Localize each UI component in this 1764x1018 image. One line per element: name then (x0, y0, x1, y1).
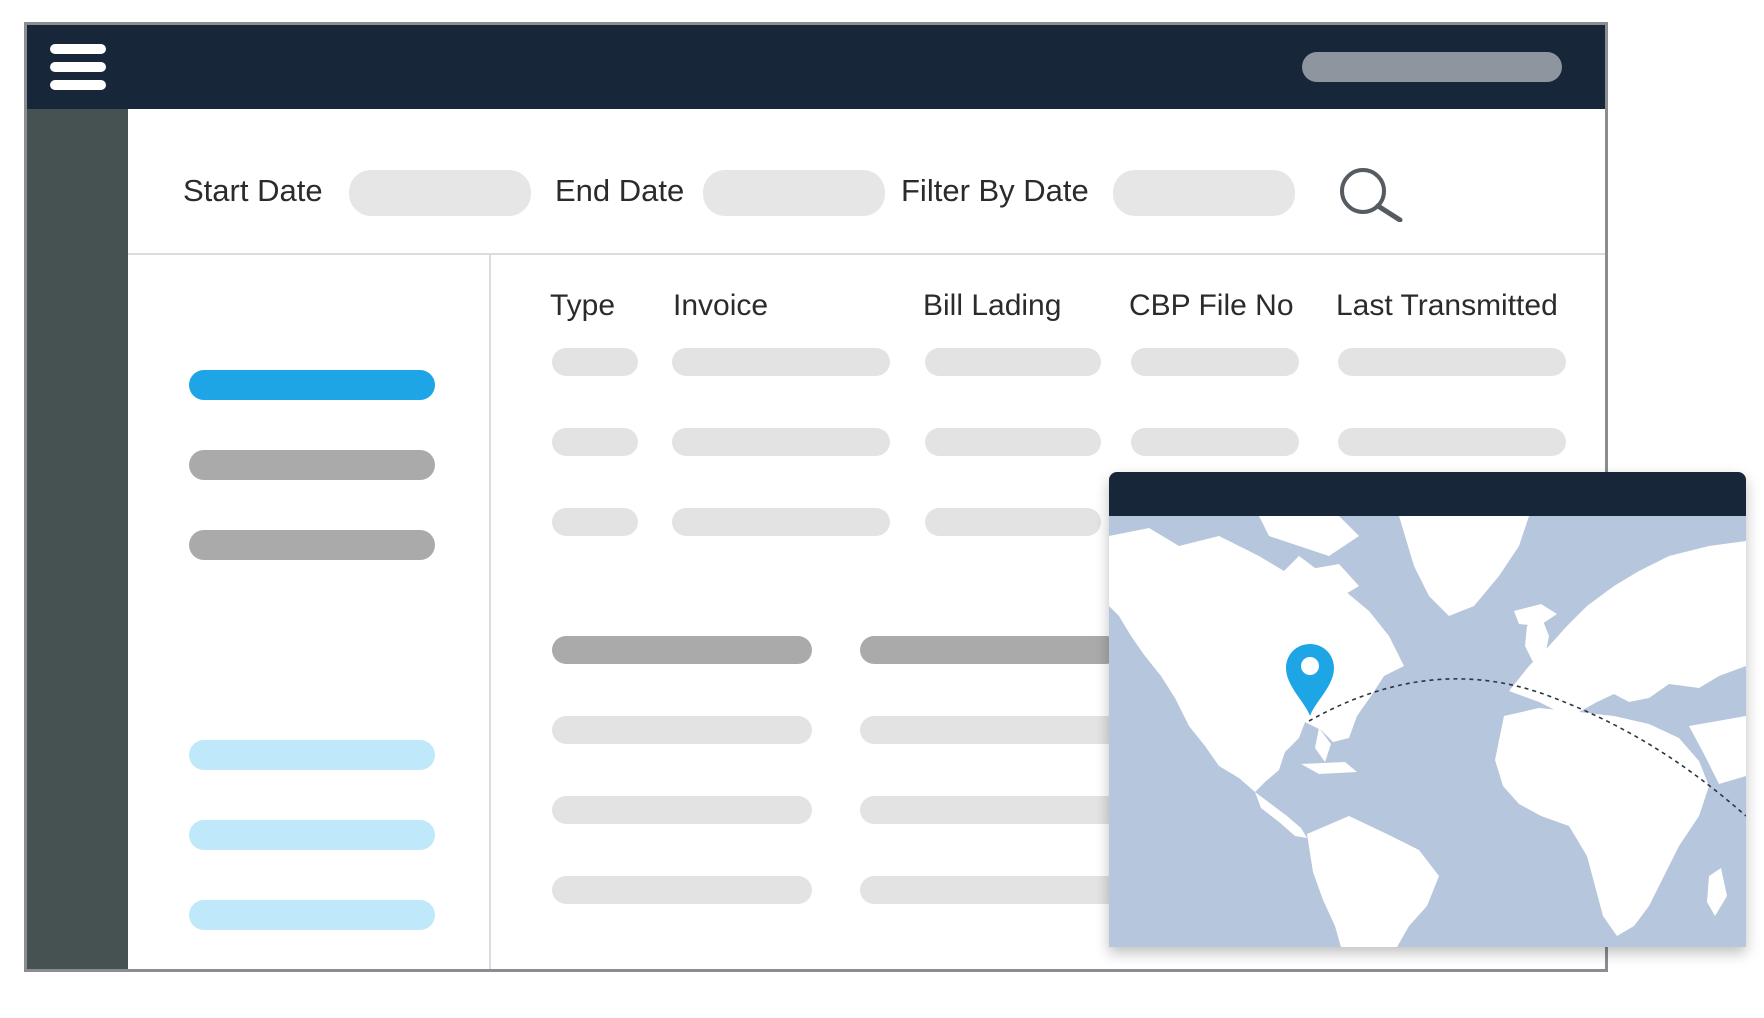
detail-cell (860, 796, 1120, 824)
column-header-invoice[interactable]: Invoice (673, 289, 768, 323)
date-filter-bar: Start Date End Date Filter By Date (128, 109, 1605, 255)
table-cell (1131, 348, 1299, 376)
detail-cell (552, 796, 812, 824)
table-cell (925, 508, 1101, 536)
sidebar-subitem[interactable] (189, 820, 435, 850)
table-cell (672, 348, 890, 376)
table-cell (672, 428, 890, 456)
detail-cell (552, 716, 812, 744)
table-cell (1338, 348, 1566, 376)
column-header-bill-lading[interactable]: Bill Lading (923, 289, 1061, 323)
top-navigation-bar (27, 25, 1605, 109)
user-account-placeholder[interactable] (1302, 52, 1562, 82)
table-cell (552, 348, 638, 376)
hamburger-menu-icon[interactable] (50, 44, 106, 90)
filter-by-date-label: Filter By Date (901, 173, 1089, 208)
table-cell (672, 508, 890, 536)
detail-cell (860, 876, 1120, 904)
start-date-label: Start Date (183, 173, 323, 208)
world-map[interactable] (1109, 516, 1746, 947)
left-navigation-rail (27, 109, 128, 969)
sidebar-subitem[interactable] (189, 900, 435, 930)
sidebar-item[interactable] (189, 530, 435, 560)
detail-cell (860, 716, 1120, 744)
search-button[interactable] (1338, 166, 1404, 223)
table-cell (552, 508, 638, 536)
sidebar-list-panel (128, 255, 491, 969)
sidebar-item[interactable] (189, 450, 435, 480)
column-header-cbp-file-no[interactable]: CBP File No (1129, 289, 1294, 323)
detail-header-bar (860, 636, 1120, 664)
map-window-titlebar[interactable] (1109, 472, 1746, 516)
end-date-label: End Date (555, 173, 685, 208)
magnifier-search-icon (1340, 168, 1403, 223)
column-header-type[interactable]: Type (550, 289, 615, 323)
shipment-map-window[interactable] (1109, 472, 1746, 947)
detail-header-bar (552, 636, 812, 664)
table-cell (925, 428, 1101, 456)
table-cell (1338, 428, 1566, 456)
table-cell (552, 428, 638, 456)
table-cell (925, 348, 1101, 376)
table-cell (1131, 428, 1299, 456)
sidebar-subitem[interactable] (189, 740, 435, 770)
filter-by-date-input[interactable] (1113, 170, 1295, 216)
sidebar-item-active[interactable] (189, 370, 435, 400)
detail-cell (552, 876, 812, 904)
column-header-last-transmitted[interactable]: Last Transmitted (1336, 289, 1558, 323)
start-date-input[interactable] (349, 170, 531, 216)
end-date-input[interactable] (703, 170, 885, 216)
